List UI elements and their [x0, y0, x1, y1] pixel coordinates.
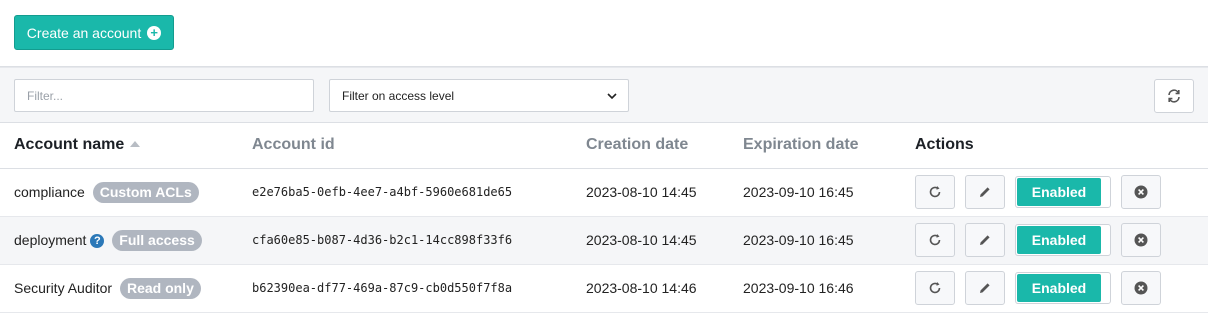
status-toggle-label: Enabled: [1017, 178, 1101, 206]
edit-button[interactable]: [965, 223, 1005, 257]
table-header-row: Account name Account id Creation date Ex…: [0, 123, 1208, 169]
chevron-down-icon: [607, 92, 617, 99]
header-expiration-date-label: Expiration date: [743, 136, 859, 154]
header-creation-date-label: Creation date: [586, 136, 689, 154]
header-actions-label: Actions: [915, 136, 974, 154]
expiration-date: 2023-09-10 16:45: [743, 184, 854, 200]
refresh-button[interactable]: [1154, 79, 1194, 113]
access-level-select-value: Filter on access level: [342, 88, 455, 103]
account-name: Security Auditor: [14, 279, 113, 296]
pencil-icon: [980, 187, 990, 197]
creation-date: 2023-08-10 14:45: [586, 232, 697, 248]
creation-date: 2023-08-10 14:45: [586, 184, 697, 200]
create-account-button[interactable]: Create an account +: [14, 15, 174, 50]
filter-bar: Filter on access level: [0, 67, 1208, 123]
account-name-cell: Security Auditor Read only: [0, 264, 252, 312]
rotate-icon: [929, 234, 941, 246]
expiration-date: 2023-09-10 16:45: [743, 232, 854, 248]
status-toggle[interactable]: Enabled: [1015, 224, 1111, 256]
actions-cell: Enabled: [915, 264, 1208, 312]
top-toolbar: Create an account +: [0, 0, 1208, 67]
accounts-table: Account name Account id Creation date Ex…: [0, 123, 1208, 313]
filter-input[interactable]: [14, 79, 314, 112]
pencil-icon: [980, 283, 990, 293]
regenerate-button[interactable]: [915, 271, 955, 305]
status-toggle[interactable]: Enabled: [1015, 176, 1111, 208]
help-icon[interactable]: ?: [90, 233, 105, 248]
header-account-id[interactable]: Account id: [252, 123, 586, 169]
pencil-icon: [980, 235, 990, 245]
rotate-icon: [929, 282, 941, 294]
table-row: deployment? Full access cfa60e85-b087-4d…: [0, 216, 1208, 264]
delete-button[interactable]: [1121, 271, 1161, 305]
account-id: cfa60e85-b087-4d36-b2c1-14cc898f33f6: [252, 233, 513, 247]
close-circle-icon: [1134, 185, 1148, 199]
close-circle-icon: [1134, 281, 1148, 295]
edit-button[interactable]: [965, 271, 1005, 305]
delete-button[interactable]: [1121, 223, 1161, 257]
header-actions: Actions: [915, 123, 1208, 169]
header-account-id-label: Account id: [252, 136, 335, 154]
creation-date: 2023-08-10 14:46: [586, 280, 697, 296]
header-account-name[interactable]: Account name: [0, 123, 252, 169]
access-badge: Read only: [119, 277, 201, 299]
actions-cell: Enabled: [915, 216, 1208, 264]
header-account-name-label: Account name: [14, 136, 125, 154]
status-toggle-label: Enabled: [1017, 274, 1101, 302]
status-toggle[interactable]: Enabled: [1015, 272, 1111, 304]
account-id: e2e76ba5-0efb-4ee7-a4bf-5960e681de65: [252, 185, 513, 199]
access-level-select[interactable]: Filter on access level: [329, 79, 629, 112]
create-account-label: Create an account: [26, 24, 142, 41]
header-expiration-date[interactable]: Expiration date: [743, 123, 915, 169]
delete-button[interactable]: [1121, 175, 1161, 209]
account-name-cell: deployment? Full access: [0, 216, 252, 264]
edit-button[interactable]: [965, 175, 1005, 209]
expiration-date: 2023-09-10 16:46: [743, 280, 854, 296]
refresh-icon: [1168, 89, 1180, 103]
account-name: compliance: [14, 183, 85, 200]
close-circle-icon: [1134, 233, 1148, 247]
access-badge: Full access: [112, 229, 202, 251]
account-id: b62390ea-df77-469a-87c9-cb0d550f7f8a: [252, 281, 513, 295]
table-row: compliance Custom ACLs e2e76ba5-0efb-4ee…: [0, 168, 1208, 216]
regenerate-button[interactable]: [915, 175, 955, 209]
account-name: deployment: [14, 231, 87, 248]
sort-up-icon: [130, 141, 141, 148]
account-name-cell: compliance Custom ACLs: [0, 168, 252, 216]
header-creation-date[interactable]: Creation date: [586, 123, 743, 169]
access-badge: Custom ACLs: [92, 181, 199, 203]
status-toggle-label: Enabled: [1017, 226, 1101, 254]
table-row: Security Auditor Read only b62390ea-df77…: [0, 264, 1208, 312]
regenerate-button[interactable]: [915, 223, 955, 257]
actions-cell: Enabled: [915, 168, 1208, 216]
rotate-icon: [929, 186, 941, 198]
plus-circle-icon: +: [147, 25, 162, 40]
